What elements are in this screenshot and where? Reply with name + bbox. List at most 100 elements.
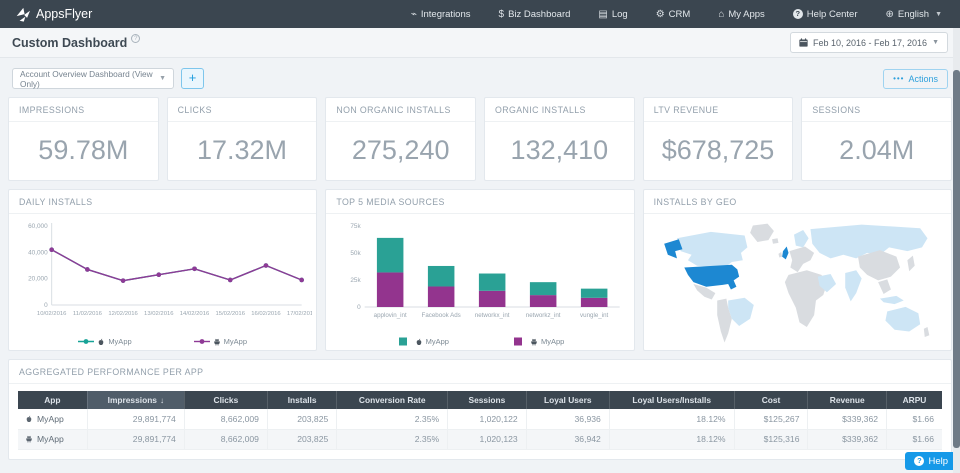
- column-header-app[interactable]: App: [18, 391, 87, 409]
- table-cell: 29,891,774: [87, 409, 184, 429]
- daily-installs-title: DAILY INSTALLS: [9, 190, 316, 214]
- geo-china[interactable]: [858, 250, 900, 280]
- geo-new-zealand[interactable]: [923, 327, 928, 337]
- dashboard-toolbar: Account Overview Dashboard (View Only) ▼…: [0, 58, 960, 93]
- legend-item-android[interactable]: MyApp: [194, 337, 247, 346]
- svg-text:50k: 50k: [351, 250, 362, 257]
- nav-item-label: Integrations: [421, 9, 471, 20]
- nav-item-help-center[interactable]: ? Help Center: [779, 0, 872, 28]
- geo-japan[interactable]: [907, 256, 914, 272]
- kpi-card-non-organic-installs: NON ORGANIC INSTALLS275,240: [325, 97, 476, 181]
- nav-item-label: CRM: [669, 9, 691, 20]
- square-marker: [511, 337, 527, 346]
- nav-item-my-apps[interactable]: ⌂My Apps: [704, 0, 778, 28]
- legend-item-ios[interactable]: MyApp: [396, 337, 449, 346]
- help-icon: ?: [793, 9, 803, 19]
- dashboard-select[interactable]: Account Overview Dashboard (View Only) ▼: [12, 68, 174, 89]
- charts-row: DAILY INSTALLS 020,00040,00060,00010/02/…: [8, 189, 952, 351]
- geo-australia[interactable]: [885, 307, 920, 332]
- column-header-loyal-users[interactable]: Loyal Users: [526, 391, 609, 409]
- table-cell: 1,020,123: [448, 429, 527, 449]
- column-header-loyal-users-installs[interactable]: Loyal Users/Installs: [609, 391, 734, 409]
- info-icon[interactable]: ?: [131, 34, 140, 43]
- geo-greenland[interactable]: [750, 224, 774, 242]
- column-header-installs[interactable]: Installs: [267, 391, 336, 409]
- kpi-value: 275,240: [326, 122, 475, 166]
- column-header-revenue[interactable]: Revenue: [808, 391, 887, 409]
- geo-brazil[interactable]: [728, 298, 754, 326]
- geo-russia[interactable]: [810, 225, 927, 259]
- svg-text:15/02/2016: 15/02/2016: [215, 311, 245, 317]
- actions-button[interactable]: ••• Actions: [883, 69, 948, 89]
- kpi-label: SESSIONS: [802, 98, 951, 122]
- nav-menu: ⌁Integrations$Biz Dashboard▤Log⚙CRM⌂My A…: [397, 0, 956, 28]
- nav-item-log[interactable]: ▤Log: [584, 0, 641, 28]
- app-cell: MyApp: [18, 429, 87, 449]
- table-cell: 203,825: [267, 429, 336, 449]
- legend-item-android[interactable]: MyApp: [511, 337, 564, 346]
- nav-item-crm[interactable]: ⚙CRM: [642, 0, 705, 28]
- svg-text:0: 0: [357, 304, 361, 311]
- table-cell: 203,825: [267, 409, 336, 429]
- nav-item-label: Log: [612, 9, 628, 20]
- kpi-value: 2.04M: [802, 122, 951, 166]
- kpi-row: IMPRESSIONS59.78MCLICKS17.32MNON ORGANIC…: [8, 97, 952, 181]
- home-icon: ⌂: [718, 9, 724, 20]
- column-header-sessions[interactable]: Sessions: [448, 391, 527, 409]
- legend-item-ios[interactable]: MyApp: [78, 337, 131, 346]
- svg-text:0: 0: [44, 302, 48, 309]
- daily-installs-card: DAILY INSTALLS 020,00040,00060,00010/02/…: [8, 189, 317, 351]
- svg-text:20,000: 20,000: [28, 276, 48, 283]
- add-dashboard-button[interactable]: +: [181, 68, 204, 89]
- column-header-conversion-rate[interactable]: Conversion Rate: [337, 391, 448, 409]
- table-row-ios: MyApp29,891,7748,662,009203,8252.35%1,02…: [18, 409, 942, 429]
- table-cell: $125,267: [734, 409, 808, 429]
- geo-united-kingdom[interactable]: [782, 247, 788, 260]
- line-marker: [78, 337, 94, 346]
- help-button[interactable]: ? Help: [905, 452, 957, 470]
- table-cell: 8,662,009: [184, 409, 267, 429]
- column-header-arpu[interactable]: ARPU: [887, 391, 943, 409]
- nav-item-english[interactable]: ⊕English▼: [872, 0, 957, 28]
- table-cell: 36,942: [526, 429, 609, 449]
- ios-icon: [415, 338, 423, 346]
- app-cell: MyApp: [18, 409, 87, 429]
- appsflyer-logo[interactable]: AppsFlyer: [14, 7, 92, 22]
- installs-by-geo-card: INSTALLS BY GEO: [643, 189, 952, 351]
- scrollbar-thumb[interactable]: [953, 70, 960, 448]
- table-cell: 2.35%: [337, 429, 448, 449]
- table-cell: $339,362: [808, 429, 887, 449]
- kpi-label: NON ORGANIC INSTALLS: [326, 98, 475, 122]
- kpi-card-sessions: SESSIONS2.04M: [801, 97, 952, 181]
- column-header-impressions[interactable]: Impressions↓: [87, 391, 184, 409]
- geo-canada[interactable]: [677, 232, 747, 268]
- geo-southeast-asia[interactable]: [878, 279, 891, 294]
- geo-alaska[interactable]: [664, 239, 682, 258]
- brand-name: AppsFlyer: [36, 7, 92, 21]
- nav-item-label: Help Center: [807, 9, 858, 20]
- geo-indonesia[interactable]: [880, 296, 904, 304]
- world-map: [652, 220, 943, 348]
- table-cell: 2.35%: [337, 409, 448, 429]
- kpi-label: ORGANIC INSTALLS: [485, 98, 634, 122]
- geo-mexico[interactable]: [693, 284, 715, 300]
- nav-item-integrations[interactable]: ⌁Integrations: [397, 0, 485, 28]
- geo-united-states[interactable]: [684, 265, 739, 290]
- svg-text:networkx_int: networkx_int: [475, 312, 510, 319]
- page-scrollbar: [953, 28, 960, 473]
- geo-europe[interactable]: [789, 247, 814, 273]
- legend-label: MyApp: [224, 337, 247, 346]
- date-range-picker[interactable]: Feb 10, 2016 - Feb 17, 2016 ▼: [790, 32, 948, 53]
- appsflyer-bird-icon: [14, 7, 31, 22]
- geo-ireland[interactable]: [778, 252, 782, 257]
- geo-india[interactable]: [845, 270, 861, 301]
- svg-text:14/02/2016: 14/02/2016: [180, 311, 210, 317]
- nav-item-biz-dashboard[interactable]: $Biz Dashboard: [485, 0, 585, 28]
- column-header-clicks[interactable]: Clicks: [184, 391, 267, 409]
- geo-scandinavia[interactable]: [794, 230, 809, 247]
- geo-iceland[interactable]: [772, 238, 778, 243]
- svg-text:17/02/2016: 17/02/2016: [287, 311, 312, 317]
- date-range-label: Feb 10, 2016 - Feb 17, 2016: [813, 38, 927, 48]
- column-header-cost[interactable]: Cost: [734, 391, 808, 409]
- aggregated-performance-title: AGGREGATED PERFORMANCE PER APP: [9, 360, 951, 384]
